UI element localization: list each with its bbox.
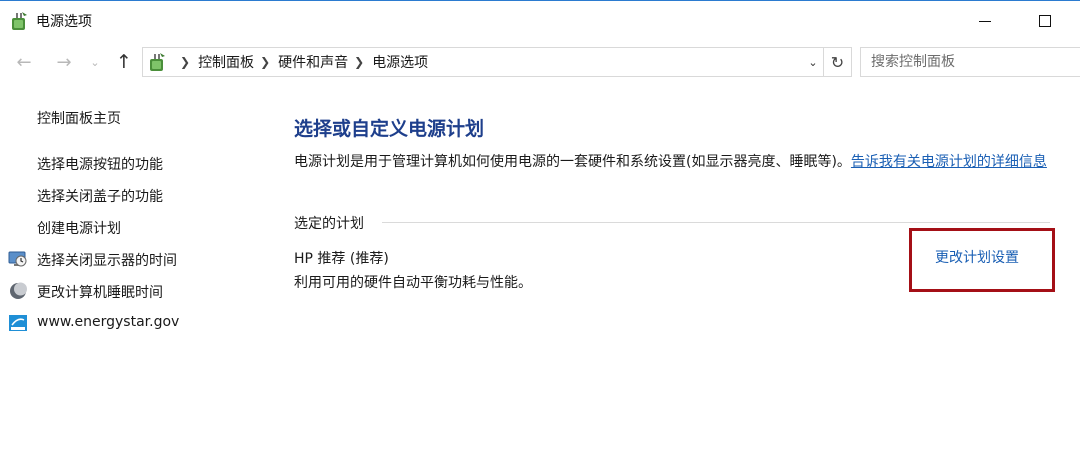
minimize-icon [979,20,991,22]
description-text: 电源计划是用于管理计算机如何使用电源的一套硬件和系统设置(如显示器亮度、睡眠等)… [294,154,851,170]
back-button[interactable]: ← [10,48,38,76]
chevron-right-icon: ❯ [180,55,191,69]
sidebar-item-power-button[interactable]: 选择电源按钮的功能 [37,154,163,174]
moon-icon [10,282,27,299]
power-options-icon [12,12,27,30]
refresh-button[interactable]: ↻ [824,47,852,77]
refresh-icon: ↻ [830,52,845,72]
chevron-down-icon: ⌄ [808,55,818,69]
sidebar-item-sleep-time[interactable]: 更改计算机睡眠时间 [37,282,163,302]
learn-more-link[interactable]: 告诉我有关电源计划的详细信息 [851,154,1047,170]
window-title: 电源选项 [36,14,92,30]
sidebar-item-energy-star-link[interactable]: www.energystar.gov [37,314,179,330]
recent-locations-button[interactable]: ⌄ [86,48,104,76]
navigation-bar: ← → ⌄ ↑ ❯ 控制面板 ❯ 硬件和声音 ❯ 电源选项 ⌄ ↻ [0,44,1080,80]
selected-plan-group-label: 选定的计划 [294,213,372,233]
search-input[interactable] [860,47,1080,77]
forward-button[interactable]: → [50,48,78,76]
title-bar: 电源选项 [0,0,1080,40]
chevron-right-icon: ❯ [354,55,365,69]
address-bar[interactable]: ❯ 控制面板 ❯ 硬件和声音 ❯ 电源选项 ⌄ [142,47,824,77]
minimize-button[interactable] [962,1,1008,41]
chevron-right-icon: ❯ [260,55,271,69]
group-divider [382,222,1050,223]
breadcrumb-hardware-sound[interactable]: 硬件和声音 [278,52,348,72]
plan-subtitle: 利用可用的硬件自动平衡功耗与性能。 [294,275,532,291]
change-plan-settings-link[interactable]: 更改计划设置 [935,247,1019,267]
breadcrumb-power-options[interactable]: 电源选项 [372,52,428,72]
sidebar-item-display-off[interactable]: 选择关闭显示器的时间 [37,250,177,270]
arrow-up-icon: ↑ [116,51,132,73]
arrow-left-icon: ← [16,51,32,73]
maximize-icon [1039,15,1051,27]
energy-star-icon [9,315,27,331]
up-button[interactable]: ↑ [110,48,138,76]
sidebar-item-lid-close[interactable]: 选择关闭盖子的功能 [37,186,163,206]
sidebar-item-control-panel-home[interactable]: 控制面板主页 [37,108,121,128]
control-panel-icon [150,53,165,71]
maximize-button[interactable] [1022,1,1068,41]
address-dropdown-button[interactable]: ⌄ [803,48,823,76]
plan-description-text: 电源计划是用于管理计算机如何使用电源的一套硬件和系统设置(如显示器亮度、睡眠等)… [294,152,1054,173]
page-title: 选择或自定义电源计划 [294,118,485,140]
arrow-right-icon: → [56,51,72,73]
sidebar-item-create-plan[interactable]: 创建电源计划 [37,218,121,238]
chevron-down-icon: ⌄ [90,55,100,69]
plan-name: HP 推荐 (推荐) [294,251,389,267]
breadcrumb-control-panel[interactable]: 控制面板 [198,52,254,72]
monitor-clock-icon [8,251,27,267]
